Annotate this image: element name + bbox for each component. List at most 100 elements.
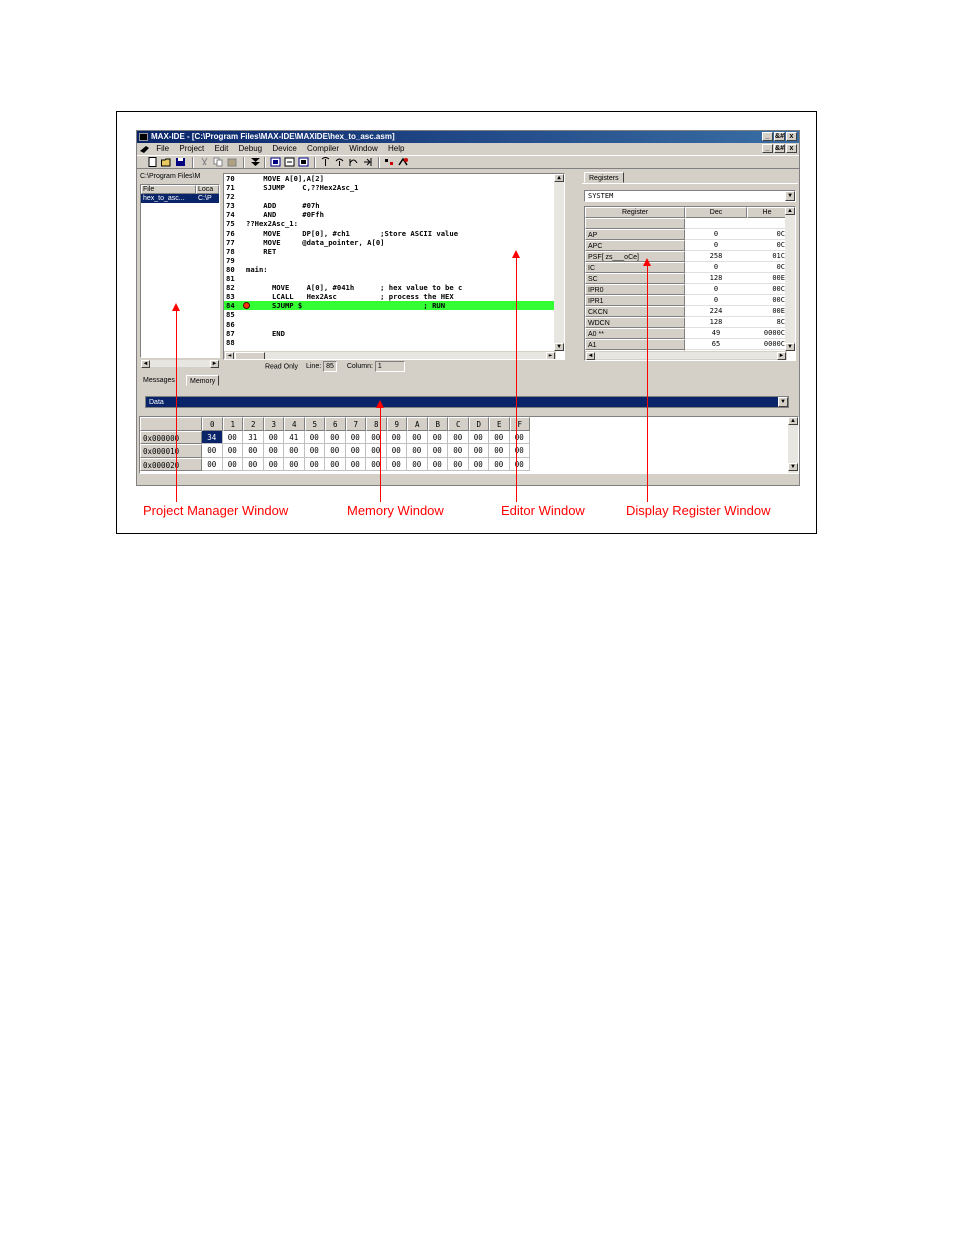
memory-cell[interactable]: 00: [263, 457, 284, 471]
tab-messages[interactable]: Messages: [140, 375, 178, 386]
scroll-left-icon[interactable]: ◄: [225, 352, 234, 359]
scroll-down-icon[interactable]: ▼: [788, 463, 798, 471]
memory-cell[interactable]: 00: [222, 430, 243, 444]
memory-cell[interactable]: 00: [386, 444, 407, 458]
memory-cell[interactable]: 00: [427, 457, 448, 471]
code-line[interactable]: 74 AND #0Ffh: [224, 210, 564, 219]
doc-restore-button[interactable]: &#: [774, 144, 785, 153]
memory-cell[interactable]: 00: [407, 457, 428, 471]
memory-cell[interactable]: 00: [448, 430, 469, 444]
project-file-row[interactable]: hex_to_asc... C:\P: [141, 194, 219, 203]
register-row[interactable]: A1 65 0000C: [585, 339, 795, 350]
memory-cell[interactable]: 31: [243, 430, 264, 444]
code-line[interactable]: 80 main:: [224, 265, 564, 274]
register-row[interactable]: IPR1 0 00C: [585, 295, 795, 306]
code-line[interactable]: 77 MOVE @data_pointer, A[0]: [224, 238, 564, 247]
register-hscrollbar[interactable]: ◄ ►: [585, 351, 787, 360]
memory-cell[interactable]: 00: [325, 430, 346, 444]
memory-cell[interactable]: 00: [386, 430, 407, 444]
menu-project[interactable]: Project: [179, 144, 204, 153]
memory-cell[interactable]: 00: [509, 457, 530, 471]
step-over-icon[interactable]: [334, 157, 345, 167]
paste-icon[interactable]: [227, 157, 238, 167]
close-button[interactable]: x: [786, 132, 797, 141]
memory-cell[interactable]: 00: [468, 444, 489, 458]
code-line[interactable]: 86: [224, 320, 564, 329]
column-dec[interactable]: Dec: [685, 207, 747, 218]
register-row[interactable]: IPR0 0 00C: [585, 284, 795, 295]
code-line[interactable]: 88: [224, 338, 564, 347]
step-out-icon[interactable]: [348, 157, 359, 167]
memory-cell[interactable]: 00: [509, 430, 530, 444]
code-line[interactable]: 76 MOVE DP[0], #ch1 ;Store ASCII value: [224, 229, 564, 238]
memory-cell[interactable]: 00: [222, 457, 243, 471]
register-row[interactable]: WDCN 128 8C: [585, 317, 795, 328]
memory-cell[interactable]: 00: [304, 444, 325, 458]
open-folder-icon[interactable]: [161, 157, 172, 167]
scroll-up-icon[interactable]: ▲: [788, 417, 798, 425]
code-line[interactable]: 73 ADD #07h: [224, 201, 564, 210]
memory-cell[interactable]: 00: [407, 430, 428, 444]
register-row[interactable]: [585, 218, 795, 229]
menu-device[interactable]: Device: [272, 144, 296, 153]
menu-compiler[interactable]: Compiler: [307, 144, 339, 153]
tab-registers[interactable]: Registers: [584, 172, 624, 183]
restore-button[interactable]: &#: [774, 132, 785, 141]
memory-cell[interactable]: 00: [243, 457, 264, 471]
column-hex[interactable]: He: [747, 207, 787, 218]
memory-cell[interactable]: 00: [468, 457, 489, 471]
memory-cell[interactable]: 00: [386, 457, 407, 471]
memory-cell[interactable]: 00: [263, 430, 284, 444]
memory-cell[interactable]: 00: [345, 444, 366, 458]
register-row[interactable]: CKCN 224 00E: [585, 306, 795, 317]
memory-cell[interactable]: 00: [489, 457, 510, 471]
register-row[interactable]: APC 0 0C: [585, 240, 795, 251]
project-hscrollbar[interactable]: ◄ ►: [140, 359, 220, 368]
scroll-down-icon[interactable]: ▼: [785, 343, 795, 351]
scroll-left-icon[interactable]: ◄: [586, 352, 595, 360]
memory-cell[interactable]: 00: [366, 444, 387, 458]
chevron-down-icon[interactable]: ▼: [785, 191, 795, 201]
code-editor[interactable]: 70 MOVE A[0],A[2] 71 SJUMP C,??Hex2Asc_1 7…: [223, 173, 565, 360]
memory-cell[interactable]: 00: [222, 444, 243, 458]
register-row[interactable]: SC 128 00E: [585, 273, 795, 284]
memory-cell[interactable]: 00: [427, 444, 448, 458]
code-line[interactable]: 82 MOVE A[0], #041h ; hex value to be c: [224, 283, 564, 292]
watch-icon[interactable]: [398, 157, 409, 167]
scroll-right-icon[interactable]: ►: [210, 360, 219, 368]
save-icon[interactable]: [175, 157, 186, 167]
column-location[interactable]: Loca: [196, 185, 219, 194]
column-file[interactable]: File: [141, 185, 196, 194]
memory-cell[interactable]: 00: [345, 457, 366, 471]
memory-cell[interactable]: 00: [284, 444, 305, 458]
memory-cell[interactable]: 00: [325, 457, 346, 471]
memory-cell[interactable]: 00: [448, 444, 469, 458]
code-line[interactable]: 75 ??Hex2Asc_1:: [224, 219, 564, 228]
scroll-right-icon[interactable]: ►: [777, 352, 786, 360]
code-line[interactable]: 81: [224, 274, 564, 283]
memory-cell[interactable]: 00: [427, 430, 448, 444]
memory-cell[interactable]: 34: [202, 430, 223, 444]
code-line[interactable]: 72: [224, 192, 564, 201]
scroll-down-icon[interactable]: ▼: [554, 343, 564, 351]
memory-cell[interactable]: 00: [509, 444, 530, 458]
memory-cell[interactable]: 00: [407, 444, 428, 458]
doc-minimize-button[interactable]: _: [762, 144, 773, 153]
editor-vscrollbar[interactable]: ▲ ▼: [554, 174, 564, 351]
memory-cell[interactable]: 00: [448, 457, 469, 471]
editor-hscrollbar[interactable]: ◄ ►: [224, 351, 556, 359]
minimize-button[interactable]: _: [762, 132, 773, 141]
memory-cell[interactable]: 00: [366, 457, 387, 471]
scroll-up-icon[interactable]: ▲: [554, 174, 564, 182]
pause-icon[interactable]: [284, 157, 295, 167]
step-into-icon[interactable]: [320, 157, 331, 167]
run-to-cursor-icon[interactable]: [362, 157, 373, 167]
register-row[interactable]: A0 ** 49 0000C: [585, 328, 795, 339]
register-row[interactable]: AP 0 0C: [585, 229, 795, 240]
code-line[interactable]: 85: [224, 310, 564, 319]
menu-help[interactable]: Help: [388, 144, 404, 153]
register-row[interactable]: PSF[ zs___oCe] 258 01C: [585, 251, 795, 262]
memory-cell[interactable]: 00: [489, 430, 510, 444]
scroll-left-icon[interactable]: ◄: [141, 360, 150, 368]
scroll-right-icon[interactable]: ►: [546, 352, 555, 359]
